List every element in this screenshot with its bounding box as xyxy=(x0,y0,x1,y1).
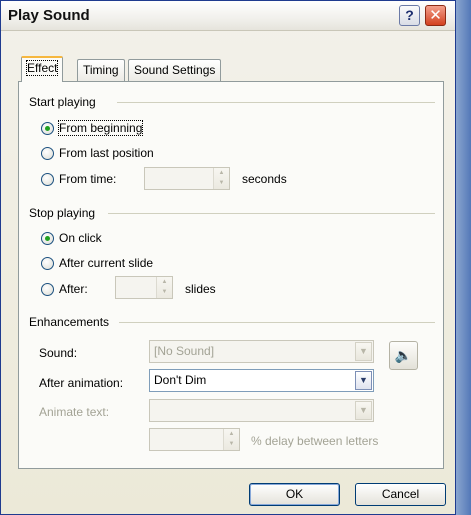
radio-on-click-label[interactable]: On click xyxy=(59,231,102,245)
background-window-edge xyxy=(456,0,471,515)
close-icon[interactable]: ✕ xyxy=(425,5,446,26)
time-spinner[interactable]: ▲ ▼ xyxy=(144,167,230,190)
radio-selected-dot xyxy=(45,126,50,131)
delay-label: % delay between letters xyxy=(251,434,379,448)
radio-from-beginning-label[interactable]: From beginning xyxy=(57,120,144,136)
sound-label: Sound: xyxy=(39,346,78,360)
dialog-window: Play Sound ? ✕ Effect Timing Sound Setti… xyxy=(0,0,456,515)
radio-from-beginning[interactable] xyxy=(41,122,54,135)
start-playing-heading: Start playing xyxy=(29,95,100,109)
ok-button[interactable]: OK xyxy=(249,483,340,506)
dialog-title: Play Sound xyxy=(8,7,90,24)
radio-selected-dot xyxy=(45,236,50,241)
delay-spinner[interactable]: ▲ ▼ xyxy=(149,428,240,451)
sound-select-value: [No Sound] xyxy=(154,344,215,358)
radio-after-slides-label[interactable]: After: xyxy=(59,282,88,296)
radio-after-current-slide-label[interactable]: After current slide xyxy=(59,256,153,270)
animate-text-label: Animate text: xyxy=(39,405,110,419)
radio-from-last-position[interactable] xyxy=(41,147,54,160)
animate-text-select[interactable]: ▼ xyxy=(149,399,374,422)
slides-spinner[interactable]: ▲ ▼ xyxy=(115,276,173,299)
slides-unit-label: slides xyxy=(185,282,216,296)
sound-select[interactable]: [No Sound] ▼ xyxy=(149,340,374,363)
radio-after-slides[interactable] xyxy=(41,283,54,296)
tab-sound-settings[interactable]: Sound Settings xyxy=(128,59,222,81)
title-bar[interactable]: Play Sound ? ✕ xyxy=(1,1,455,31)
after-animation-value: Don't Dim xyxy=(154,373,207,387)
stop-playing-heading: Stop playing xyxy=(29,206,100,220)
cancel-button[interactable]: Cancel xyxy=(355,483,446,506)
spinner-arrows-icon[interactable]: ▲ ▼ xyxy=(223,429,239,450)
speaker-icon[interactable]: 🔈 xyxy=(389,341,418,370)
after-animation-select[interactable]: Don't Dim ▼ xyxy=(149,369,374,392)
chevron-down-icon[interactable]: ▼ xyxy=(355,401,372,420)
spinner-arrows-icon[interactable]: ▲ ▼ xyxy=(156,277,172,298)
tab-timing[interactable]: Timing xyxy=(77,59,125,81)
radio-from-time-label[interactable]: From time: xyxy=(59,172,116,186)
chevron-down-icon[interactable]: ▼ xyxy=(355,342,372,361)
time-unit-label: seconds xyxy=(242,172,287,186)
help-icon[interactable]: ? xyxy=(399,5,420,26)
group-divider xyxy=(108,213,435,214)
radio-after-current-slide[interactable] xyxy=(41,257,54,270)
radio-from-time[interactable] xyxy=(41,173,54,186)
chevron-down-icon[interactable]: ▼ xyxy=(355,371,372,390)
radio-from-last-position-label[interactable]: From last position xyxy=(59,146,154,160)
spinner-arrows-icon[interactable]: ▲ ▼ xyxy=(213,168,229,189)
radio-on-click[interactable] xyxy=(41,232,54,245)
tab-effect[interactable]: Effect xyxy=(21,56,64,82)
enhancements-heading: Enhancements xyxy=(29,315,114,329)
after-animation-label: After animation: xyxy=(39,376,124,390)
group-divider xyxy=(119,322,435,323)
group-divider xyxy=(117,102,435,103)
